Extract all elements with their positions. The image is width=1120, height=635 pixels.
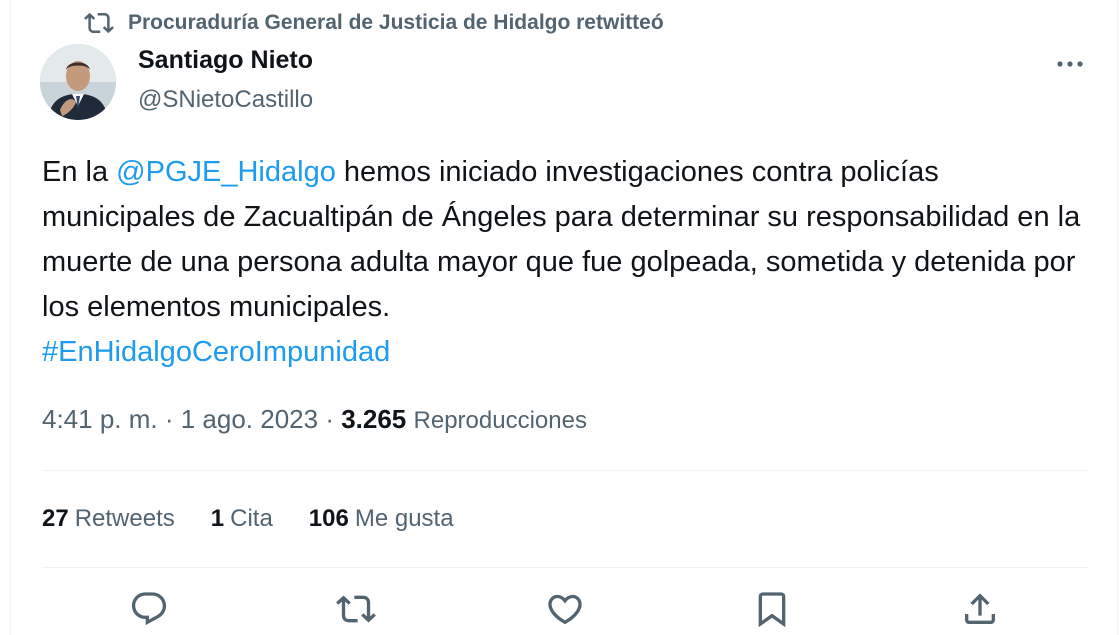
tweet-text: En la @PGJE_Hidalgo hemos iniciado inves… [42, 150, 1082, 375]
hashtag-link[interactable]: #EnHidalgoCeroImpunidad [42, 336, 390, 368]
tweet-meta: 4:41 p. m. · 1 ago. 2023 · 3.265 Reprodu… [42, 404, 587, 435]
retweet-header: Procuraduría General de Justicia de Hida… [84, 8, 664, 38]
retweet-header-text[interactable]: Procuraduría General de Justicia de Hida… [128, 11, 664, 35]
share-icon[interactable] [960, 589, 1000, 629]
quotes-stat[interactable]: 1 Cita [211, 505, 273, 533]
divider [42, 470, 1088, 471]
retweet-icon [84, 8, 114, 38]
views-label: Reproducciones [413, 407, 587, 434]
more-options-icon[interactable] [1054, 50, 1086, 78]
bookmark-icon[interactable] [752, 589, 792, 629]
likes-stat[interactable]: 106 Me gusta [309, 505, 454, 533]
like-icon[interactable] [545, 589, 585, 629]
reply-icon[interactable] [129, 589, 169, 629]
action-bar [0, 585, 1120, 635]
tweet-text-before: En la [42, 156, 117, 188]
author-handle[interactable]: @SNietoCastillo [138, 86, 313, 114]
author-name[interactable]: Santiago Nieto [138, 46, 313, 75]
retweet-icon[interactable] [336, 589, 376, 629]
meta-separator: · [318, 404, 342, 434]
mention-link[interactable]: @PGJE_Hidalgo [116, 156, 336, 188]
tweet-time[interactable]: 4:41 p. m. [42, 404, 158, 434]
engagement-stats: 27 Retweets 1 Cita 106 Me gusta [42, 505, 490, 533]
divider [42, 567, 1088, 568]
retweets-stat[interactable]: 27 Retweets [42, 505, 175, 533]
tweet-date[interactable]: 1 ago. 2023 [181, 404, 318, 434]
meta-separator: · [157, 404, 181, 434]
avatar[interactable] [40, 44, 116, 120]
views-count: 3.265 [341, 404, 407, 434]
